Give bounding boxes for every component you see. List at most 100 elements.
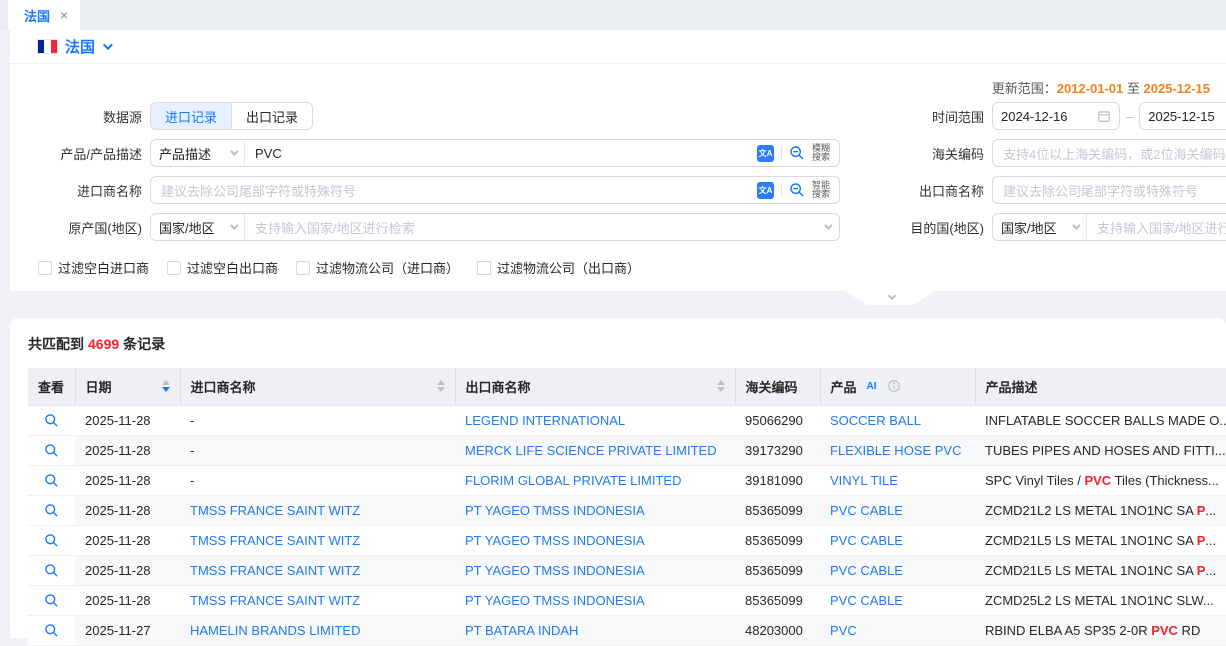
smart-search-label[interactable]: 智能 搜索 bbox=[812, 181, 830, 199]
row-exporter[interactable]: LEGEND INTERNATIONAL bbox=[465, 413, 625, 428]
view-record-button[interactable] bbox=[44, 443, 59, 458]
translate-icon[interactable]: 文A bbox=[757, 145, 774, 162]
view-record-button[interactable] bbox=[44, 623, 59, 638]
row-product[interactable]: PVC CABLE bbox=[830, 593, 903, 608]
product-type-select[interactable]: 产品描述 bbox=[151, 140, 245, 166]
hs-code-group: 支持4位以上海关编码，或2位海关编码加 bbox=[992, 139, 1226, 167]
import-records-option[interactable]: 进口记录 bbox=[151, 103, 232, 129]
checkbox-filter-logistics-importer[interactable]: 过滤物流公司（进口商） bbox=[296, 258, 459, 277]
row-exporter[interactable]: FLORIM GLOBAL PRIVATE LIMITED bbox=[465, 473, 681, 488]
row-exporter[interactable]: PT YAGEO TMSS INDONESIA bbox=[465, 593, 645, 608]
row-hs: 95066290 bbox=[735, 405, 820, 435]
row-importer[interactable]: - bbox=[190, 473, 194, 488]
origin-country-group: 国家/地区 支持输入国家/地区进行检索 bbox=[150, 213, 840, 241]
row-exporter[interactable]: PT YAGEO TMSS INDONESIA bbox=[465, 533, 645, 548]
product-search-input[interactable]: PVC bbox=[245, 146, 757, 161]
row-hs: 85365099 bbox=[735, 525, 820, 555]
table-row: 2025-11-28 - LEGEND INTERNATIONAL 950662… bbox=[28, 405, 1226, 435]
table-row: 2025-11-28 TMSS FRANCE SAINT WITZ PT YAG… bbox=[28, 525, 1226, 555]
row-product[interactable]: PVC CABLE bbox=[830, 503, 903, 518]
date-separator: – bbox=[1126, 109, 1133, 124]
col-importer[interactable]: 进口商名称 bbox=[180, 368, 455, 405]
view-record-button[interactable] bbox=[44, 503, 59, 518]
importer-label: 进口商名称 bbox=[10, 181, 150, 200]
destination-country-input[interactable]: 支持输入国家/地区进行检索 bbox=[1087, 218, 1226, 237]
view-record-button[interactable] bbox=[44, 413, 59, 428]
row-product[interactable]: SOCCER BALL bbox=[830, 413, 921, 428]
desc-pre: RBIND ELBA A5 SP35 2-0R bbox=[985, 623, 1151, 638]
col-date[interactable]: 日期 bbox=[75, 368, 180, 405]
row-exporter[interactable]: PT YAGEO TMSS INDONESIA bbox=[465, 503, 645, 518]
row-product[interactable]: VINYL TILE bbox=[830, 473, 898, 488]
sort-importer[interactable] bbox=[437, 380, 445, 392]
fuzzy-search-icon[interactable] bbox=[789, 145, 805, 161]
export-records-option[interactable]: 出口记录 bbox=[232, 103, 312, 129]
view-cell bbox=[28, 525, 75, 555]
smart-search-icon[interactable] bbox=[789, 182, 805, 198]
table-row: 2025-11-28 TMSS FRANCE SAINT WITZ PT YAG… bbox=[28, 555, 1226, 585]
table-row: 2025-11-28 - FLORIM GLOBAL PRIVATE LIMIT… bbox=[28, 465, 1226, 495]
time-range-label: 时间范围 bbox=[860, 107, 992, 126]
date-end-input[interactable]: 2025-12-15 bbox=[1139, 102, 1226, 130]
checkbox-filter-blank-importer[interactable]: 过滤空白进口商 bbox=[38, 258, 149, 277]
view-cell bbox=[28, 405, 75, 435]
row-importer[interactable]: TMSS FRANCE SAINT WITZ bbox=[190, 563, 360, 578]
view-record-button[interactable] bbox=[44, 473, 59, 488]
filter-right-column: 更新范围：2012-01-01 至 2025-12-15 时间范围 2024-1… bbox=[860, 78, 1226, 250]
checkbox-filter-logistics-exporter[interactable]: 过滤物流公司（出口商） bbox=[477, 258, 640, 277]
row-exporter[interactable]: PT YAGEO TMSS INDONESIA bbox=[465, 563, 645, 578]
row-product[interactable]: FLEXIBLE HOSE PVC bbox=[830, 443, 962, 458]
row-product[interactable]: PVC CABLE bbox=[830, 563, 903, 578]
importer-input[interactable]: 建议去除公司尾部字符或特殊符号 bbox=[151, 181, 757, 200]
chevron-down-icon bbox=[230, 221, 238, 229]
tab-france[interactable]: 法国 × bbox=[8, 0, 80, 30]
checkbox-filter-blank-exporter[interactable]: 过滤空白出口商 bbox=[167, 258, 278, 277]
hs-code-input[interactable]: 支持4位以上海关编码，或2位海关编码加 bbox=[993, 144, 1226, 163]
row-hs: 39173290 bbox=[735, 435, 820, 465]
row-description: ZCMD25L2 LS METAL 1NO1NC SLW... bbox=[975, 585, 1226, 615]
product-label: 产品/产品描述 bbox=[10, 144, 150, 163]
exporter-input[interactable]: 建议去除公司尾部字符或特殊符号 bbox=[993, 181, 1226, 200]
desc-post: ... bbox=[1205, 533, 1216, 548]
view-record-button[interactable] bbox=[44, 563, 59, 578]
france-flag-icon bbox=[38, 40, 57, 53]
row-exporter[interactable]: MERCK LIFE SCIENCE PRIVATE LIMITED bbox=[465, 443, 717, 458]
results-table: 查看 日期 进口商名称 出口商名称 海关编码 bbox=[28, 368, 1226, 646]
collapse-panel-button[interactable] bbox=[845, 291, 935, 305]
row-importer[interactable]: TMSS FRANCE SAINT WITZ bbox=[190, 503, 360, 518]
destination-country-select[interactable]: 国家/地区 bbox=[993, 214, 1087, 240]
row-importer[interactable]: HAMELIN BRANDS LIMITED bbox=[190, 623, 360, 638]
row-date: 2025-11-28 bbox=[75, 435, 180, 465]
sort-exporter[interactable] bbox=[717, 380, 725, 392]
row-exporter[interactable]: PT BATARA INDAH bbox=[465, 623, 578, 638]
row-importer[interactable]: - bbox=[190, 443, 194, 458]
chevron-down-icon[interactable] bbox=[103, 40, 113, 50]
exporter-label: 出口商名称 bbox=[860, 181, 992, 200]
hs-code-label: 海关编码 bbox=[860, 144, 992, 163]
fuzzy-search-label[interactable]: 模糊 搜索 bbox=[812, 144, 830, 162]
row-product[interactable]: PVC bbox=[830, 623, 857, 638]
row-product[interactable]: PVC CABLE bbox=[830, 533, 903, 548]
row-hs: 85365099 bbox=[735, 555, 820, 585]
sort-date[interactable] bbox=[162, 380, 170, 392]
row-importer[interactable]: TMSS FRANCE SAINT WITZ bbox=[190, 533, 360, 548]
country-name[interactable]: 法国 bbox=[65, 36, 95, 57]
row-importer[interactable]: - bbox=[190, 413, 194, 428]
date-start-input[interactable]: 2024-12-16 bbox=[992, 102, 1120, 130]
col-exporter[interactable]: 出口商名称 bbox=[455, 368, 735, 405]
row-date: 2025-11-27 bbox=[75, 615, 180, 645]
row-description: SPC Vinyl Tiles / PVC Tiles (Thickness..… bbox=[975, 465, 1226, 495]
info-icon[interactable] bbox=[887, 379, 901, 393]
view-record-button[interactable] bbox=[44, 593, 59, 608]
filter-checkboxes: 过滤空白进口商 过滤空白出口商 过滤物流公司（进口商） 过滤物流公司（出口商） bbox=[10, 250, 1226, 291]
calendar-icon bbox=[1097, 109, 1111, 123]
row-importer[interactable]: TMSS FRANCE SAINT WITZ bbox=[190, 593, 360, 608]
origin-country-select[interactable]: 国家/地区 bbox=[151, 214, 245, 240]
tab-close-icon[interactable]: × bbox=[60, 8, 68, 22]
chevron-down-icon bbox=[888, 292, 896, 300]
destination-country-label: 目的国(地区) bbox=[860, 218, 992, 237]
origin-country-input[interactable]: 支持输入国家/地区进行检索 bbox=[245, 218, 824, 237]
translate-icon[interactable]: 文A bbox=[757, 182, 774, 199]
view-record-button[interactable] bbox=[44, 533, 59, 548]
row-description: ZCMD21L5 LS METAL 1NO1NC SA P... bbox=[975, 525, 1226, 555]
